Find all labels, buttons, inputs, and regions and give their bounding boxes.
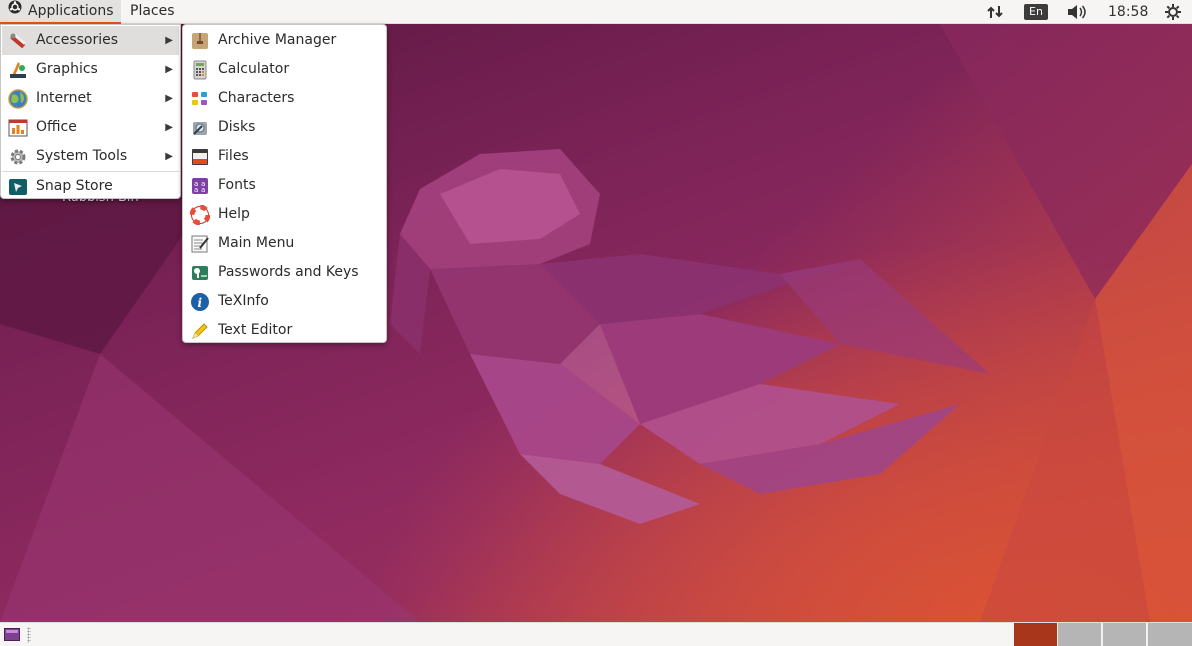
submenu-arrow-icon: ▶ <box>165 122 173 133</box>
menu-item-graphics[interactable]: Graphics ▶ <box>2 55 179 84</box>
menu-item-label: Office <box>36 119 77 135</box>
menu-item-label: Help <box>218 206 250 222</box>
menu-item-label: Disks <box>218 119 256 135</box>
volume-icon[interactable] <box>1066 0 1088 24</box>
ubuntu-logo-icon <box>8 0 22 22</box>
menu-item-characters[interactable]: Characters <box>184 84 385 113</box>
submenu-arrow-icon: ▶ <box>165 35 173 46</box>
power-settings-icon[interactable] <box>1163 0 1183 24</box>
menu-item-archive-manager[interactable]: Archive Manager <box>184 26 385 55</box>
archive-manager-icon <box>190 31 210 51</box>
menu-item-label: TeXInfo <box>218 293 269 309</box>
characters-icon <box>190 89 210 109</box>
disks-icon <box>190 118 210 138</box>
files-icon <box>190 147 210 167</box>
menu-item-label: Archive Manager <box>218 32 337 48</box>
help-icon <box>189 204 211 226</box>
clock[interactable]: 18:58 <box>1108 0 1148 24</box>
texinfo-icon: i <box>190 292 210 312</box>
menu-item-files[interactable]: Files <box>184 142 385 171</box>
network-transfer-icon[interactable] <box>985 0 1005 24</box>
menu-item-disks[interactable]: Disks <box>184 113 385 142</box>
menu-item-label: Text Editor <box>218 322 293 338</box>
graphics-icon <box>8 60 28 80</box>
svg-text:a: a <box>194 186 198 194</box>
internet-icon <box>8 89 28 109</box>
menu-item-label: Calculator <box>218 61 290 77</box>
submenu-arrow-icon: ▶ <box>165 64 173 75</box>
menu-item-label: Main Menu <box>218 235 295 251</box>
menu-item-label: Internet <box>36 90 92 106</box>
submenu-arrow-icon: ▶ <box>165 93 173 104</box>
menu-item-help[interactable]: Help <box>184 200 385 229</box>
places-menu-button[interactable]: Places <box>123 0 182 24</box>
calculator-icon <box>190 60 210 80</box>
text-editor-icon <box>190 321 210 341</box>
keyboard-language-indicator[interactable]: En <box>1024 4 1048 20</box>
menu-item-calculator[interactable]: Calculator <box>184 55 385 84</box>
menu-item-texinfo[interactable]: i TeXInfo <box>184 287 385 316</box>
menu-item-text-editor[interactable]: Text Editor <box>184 316 385 345</box>
applications-label: Applications <box>28 3 114 19</box>
menu-item-label: Files <box>218 148 249 164</box>
accessories-submenu: Archive Manager Calculator Characters Di… <box>182 24 387 343</box>
system-tools-icon <box>8 147 28 167</box>
workspace-4[interactable] <box>1147 623 1192 646</box>
menu-item-accessories[interactable]: Accessories ▶ <box>2 26 179 55</box>
menu-item-system-tools[interactable]: System Tools ▶ <box>2 142 179 171</box>
menu-item-label: Fonts <box>218 177 256 193</box>
menu-item-fonts[interactable]: aaaa Fonts <box>184 171 385 200</box>
workspace-3[interactable] <box>1102 623 1146 646</box>
menu-item-label: Snap Store <box>36 178 113 194</box>
office-icon <box>8 118 28 138</box>
panel-grip-handle[interactable] <box>27 627 31 643</box>
accessories-icon <box>8 31 28 51</box>
workspace-1[interactable] <box>1013 623 1057 646</box>
top-panel: Applications Places En 18:58 <box>0 0 1192 24</box>
snap-store-icon <box>8 177 28 197</box>
menu-item-main-menu[interactable]: Main Menu <box>184 229 385 258</box>
svg-text:a: a <box>201 186 205 194</box>
menu-item-snap-store[interactable]: Snap Store <box>2 172 179 201</box>
menu-item-office[interactable]: Office ▶ <box>2 113 179 142</box>
passwords-keys-icon <box>190 263 210 283</box>
svg-text:i: i <box>198 296 203 310</box>
main-menu-icon <box>190 234 210 254</box>
menu-item-passwords-and-keys[interactable]: Passwords and Keys <box>184 258 385 287</box>
workspace-2[interactable] <box>1057 623 1101 646</box>
menu-item-label: Passwords and Keys <box>218 264 359 280</box>
menu-item-label: Graphics <box>36 61 98 77</box>
applications-menu-button[interactable]: Applications <box>0 0 121 24</box>
menu-item-label: System Tools <box>36 148 128 164</box>
applications-dropdown-menu: Accessories ▶ Graphics ▶ Internet ▶ Offi… <box>0 24 181 199</box>
submenu-arrow-icon: ▶ <box>165 151 173 162</box>
menu-item-internet[interactable]: Internet ▶ <box>2 84 179 113</box>
show-desktop-icon[interactable] <box>4 628 20 641</box>
menu-item-label: Accessories <box>36 32 119 48</box>
fonts-icon: aaaa <box>190 176 210 196</box>
menu-item-label: Characters <box>218 90 295 106</box>
bottom-panel <box>0 622 1192 646</box>
